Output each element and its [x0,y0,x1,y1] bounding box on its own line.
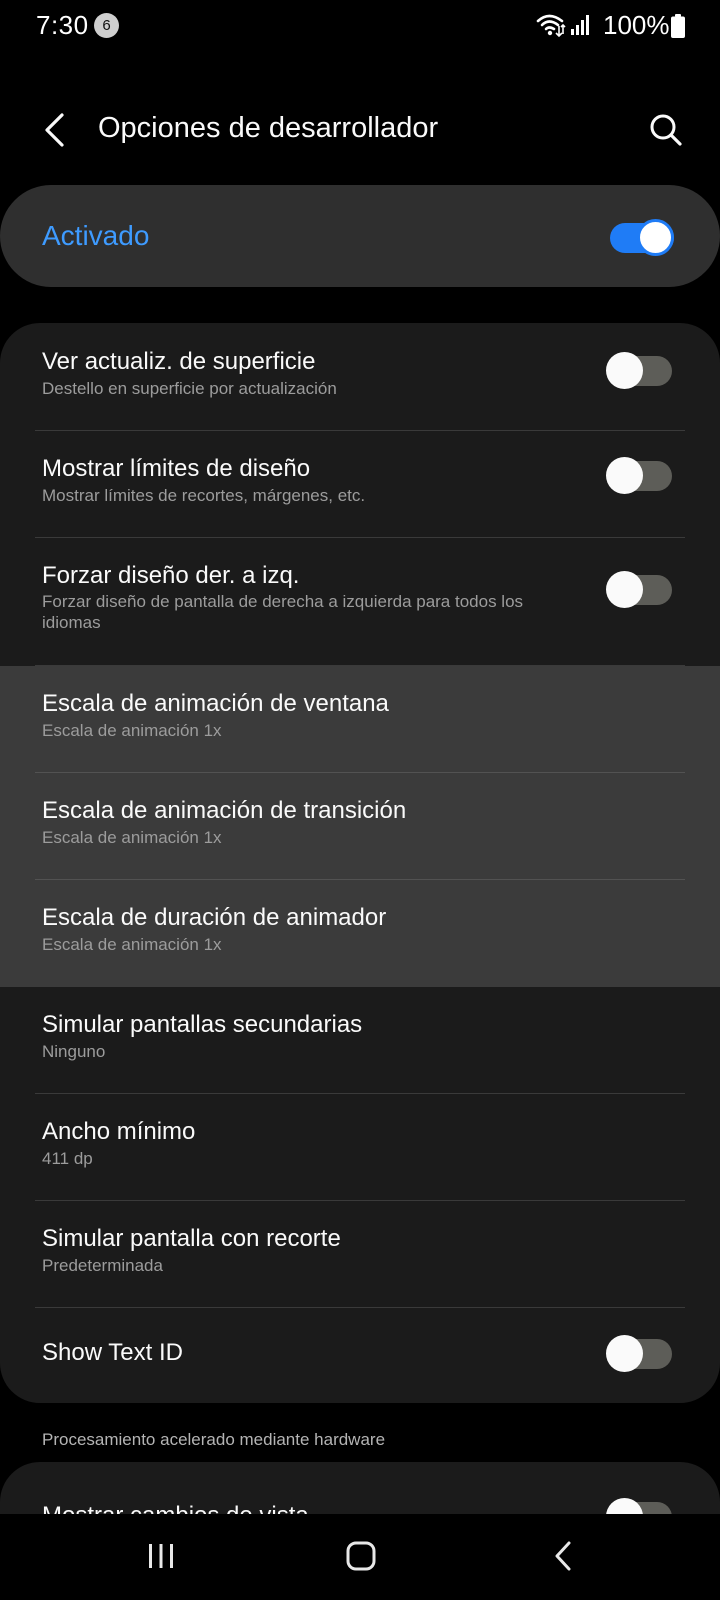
home-icon [346,1541,376,1571]
back-button[interactable] [34,106,74,154]
recent-apps-button[interactable] [131,1528,191,1584]
setting-transition-animation-scale[interactable]: Escala de animación de transición Escala… [0,773,720,880]
nav-back-button[interactable] [533,1528,593,1584]
battery-percent: 100% [603,10,670,40]
recent-apps-icon [149,1544,173,1568]
setting-title: Mostrar límites de diseño [42,455,311,482]
battery-icon [671,14,685,43]
setting-subtitle: Mostrar límites de recortes, márgenes, e… [42,486,366,505]
back-icon [555,1541,571,1571]
setting-subtitle: Destello en superficie por actualización [42,379,337,398]
setting-title: Escala de duración de animador [42,904,387,931]
setting-show-surface-updates[interactable]: Ver actualiz. de superficie Destello en … [0,323,720,430]
master-switch-label: Activado [42,220,150,251]
app-header: Opciones de desarrollador [0,90,720,170]
setting-title: Ancho mínimo [42,1118,196,1145]
toggle-switch[interactable] [606,569,672,609]
toggle-thumb [606,352,643,389]
setting-show-layout-bounds[interactable]: Mostrar límites de diseño Mostrar límite… [0,431,720,538]
status-bar: 7:30 6 100% [0,0,720,56]
toggle-thumb [606,571,643,608]
setting-window-animation-scale[interactable]: Escala de animación de ventana Escala de… [0,666,720,773]
setting-title: Simular pantallas secundarias [42,1011,363,1038]
setting-animator-duration-scale[interactable]: Escala de duración de animador Escala de… [0,880,720,987]
search-icon [650,114,682,146]
clock: 7:30 [36,10,89,40]
setting-title: Escala de animación de transición [42,797,407,824]
setting-title: Ver actualiz. de superficie [42,348,316,375]
setting-title: Escala de animación de ventana [42,690,389,717]
setting-subtitle: Escala de animación 1x [42,721,222,740]
section-header-hardware-rendering: Procesamiento acelerado mediante hardwar… [42,1430,386,1449]
notification-count-badge: 6 [94,13,119,38]
setting-display-cutout[interactable]: Simular pantalla con recorte Predetermin… [0,1201,720,1308]
settings-list: Ver actualiz. de superficie Destello en … [0,323,720,1403]
setting-subtitle: Escala de animación 1x [42,828,222,847]
setting-simulate-secondary-displays[interactable]: Simular pantallas secundarias Ninguno [0,987,720,1094]
setting-title: Show Text ID [42,1339,183,1366]
toggle-switch[interactable] [606,350,672,390]
setting-force-rtl-layout[interactable]: Forzar diseño der. a izq. Forzar diseño … [0,538,720,666]
system-navigation-bar [0,1514,720,1600]
search-button[interactable] [642,106,690,154]
setting-subtitle: Predeterminada [42,1256,163,1275]
master-toggle[interactable] [608,217,674,257]
setting-title: Forzar diseño der. a izq. [42,562,300,589]
screen: 7:30 6 100% Opciones de desarrollador Ac… [0,0,720,1600]
setting-title: Simular pantalla con recorte [42,1225,341,1252]
toggle-thumb [606,1335,643,1372]
toggle-switch[interactable] [606,455,672,495]
wifi-icon [536,12,566,43]
signal-icon [570,14,592,41]
toggle-thumb [606,457,643,494]
developer-options-master-switch[interactable]: Activado [0,185,720,287]
back-chevron-icon [45,113,64,147]
setting-subtitle: Escala de animación 1x [42,935,222,954]
setting-subtitle: Ninguno [42,1042,106,1061]
toggle-switch[interactable] [606,1333,672,1373]
setting-smallest-width[interactable]: Ancho mínimo 411 dp [0,1094,720,1201]
setting-subtitle: Forzar diseño de pantalla de derecha a i… [42,592,524,632]
toggle-thumb [637,219,674,256]
setting-subtitle: 411 dp [42,1149,93,1168]
setting-show-text-id[interactable]: Show Text ID [0,1308,720,1403]
page-title: Opciones de desarrollador [98,112,439,144]
home-button[interactable] [331,1528,391,1584]
